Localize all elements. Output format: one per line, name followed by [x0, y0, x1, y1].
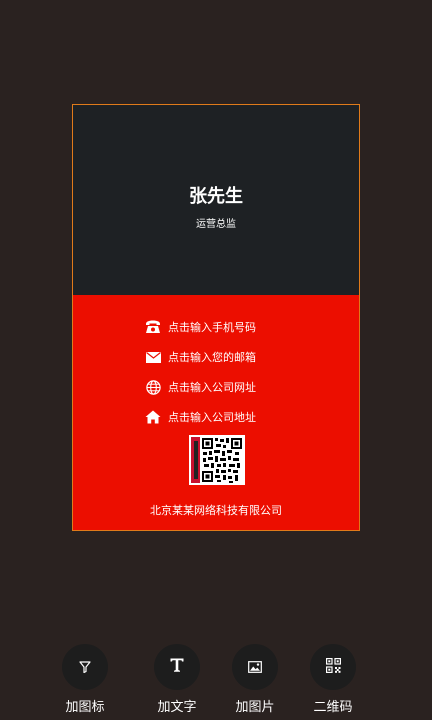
add-text-button[interactable]: 加文字: [137, 642, 217, 715]
bottom-toolbar: 加图标 加文字 加图片 二维码: [0, 642, 432, 720]
home-icon: [145, 409, 161, 425]
add-icon-button-circle[interactable]: [62, 644, 108, 690]
mail-icon: [145, 349, 161, 365]
card-body: 点击输入手机号码 点击输入您的邮箱 点击输入公司网址 点击输入公司地址 北京某某…: [73, 295, 359, 530]
qr-code[interactable]: [189, 435, 245, 485]
globe-icon: [145, 379, 161, 395]
add-icon-label: 加图标: [65, 700, 105, 715]
text-icon: [169, 657, 185, 677]
business-card[interactable]: 张先生 运营总监 点击输入手机号码 点击输入您的邮箱 点击输入公司网址 点击输入…: [72, 104, 360, 531]
company-name[interactable]: 北京某某网络科技有限公司: [73, 502, 359, 518]
contact-email[interactable]: 点击输入您的邮箱: [145, 348, 256, 366]
add-text-label: 加文字: [157, 700, 197, 715]
qr-code-label: 二维码: [313, 700, 353, 715]
contact-phone[interactable]: 点击输入手机号码: [145, 318, 256, 336]
add-image-label: 加图片: [235, 700, 275, 715]
qr-code-button-circle[interactable]: [310, 644, 356, 690]
image-icon: [248, 658, 262, 677]
add-text-button-circle[interactable]: [154, 644, 200, 690]
add-image-button[interactable]: 加图片: [215, 642, 295, 715]
filter-icon: [79, 658, 91, 677]
qr-code-button[interactable]: 二维码: [293, 642, 373, 715]
card-job-title[interactable]: 运营总监: [73, 215, 359, 230]
contact-website[interactable]: 点击输入公司网址: [145, 378, 256, 396]
contact-email-text: 点击输入您的邮箱: [168, 351, 256, 364]
contact-address[interactable]: 点击输入公司地址: [145, 408, 256, 426]
phone-icon: [145, 319, 161, 335]
contact-website-text: 点击输入公司网址: [168, 381, 256, 394]
contact-phone-text: 点击输入手机号码: [168, 321, 256, 334]
add-image-button-circle[interactable]: [232, 644, 278, 690]
add-icon-button[interactable]: 加图标: [45, 642, 125, 715]
contact-address-text: 点击输入公司地址: [168, 411, 256, 424]
card-header: 张先生 运营总监: [73, 105, 359, 295]
qr-code-icon: [325, 657, 341, 677]
card-name[interactable]: 张先生: [73, 182, 359, 208]
